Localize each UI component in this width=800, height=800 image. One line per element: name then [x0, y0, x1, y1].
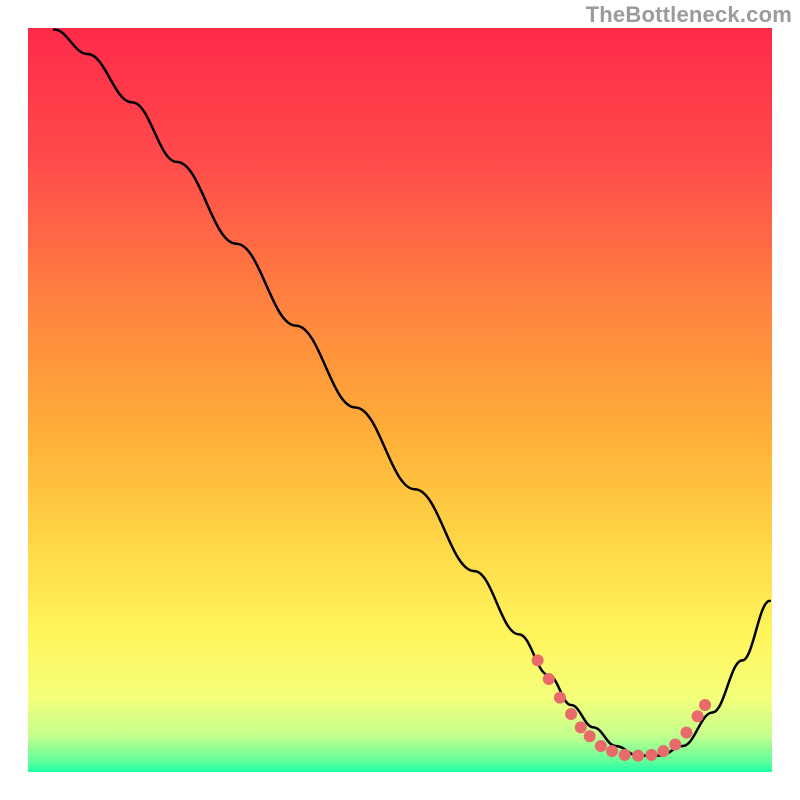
chart-stage: TheBottleneck.com: [0, 0, 800, 800]
optimal-range-marker: [692, 710, 704, 722]
watermark-label: TheBottleneck.com: [586, 2, 792, 28]
optimal-range-marker: [532, 654, 544, 666]
optimal-range-marker: [657, 745, 669, 757]
optimal-range-marker: [565, 708, 577, 720]
chart-background: [28, 28, 772, 772]
optimal-range-marker: [606, 745, 618, 757]
optimal-range-marker: [595, 740, 607, 752]
optimal-range-marker: [575, 721, 587, 733]
optimal-range-marker: [669, 738, 681, 750]
optimal-range-marker: [645, 749, 657, 761]
optimal-range-marker: [584, 730, 596, 742]
optimal-range-marker: [680, 727, 692, 739]
optimal-range-marker: [619, 749, 631, 761]
optimal-range-marker: [699, 699, 711, 711]
optimal-range-marker: [543, 673, 555, 685]
bottleneck-chart: [0, 0, 800, 800]
optimal-range-marker: [632, 750, 644, 762]
optimal-range-marker: [554, 692, 566, 704]
